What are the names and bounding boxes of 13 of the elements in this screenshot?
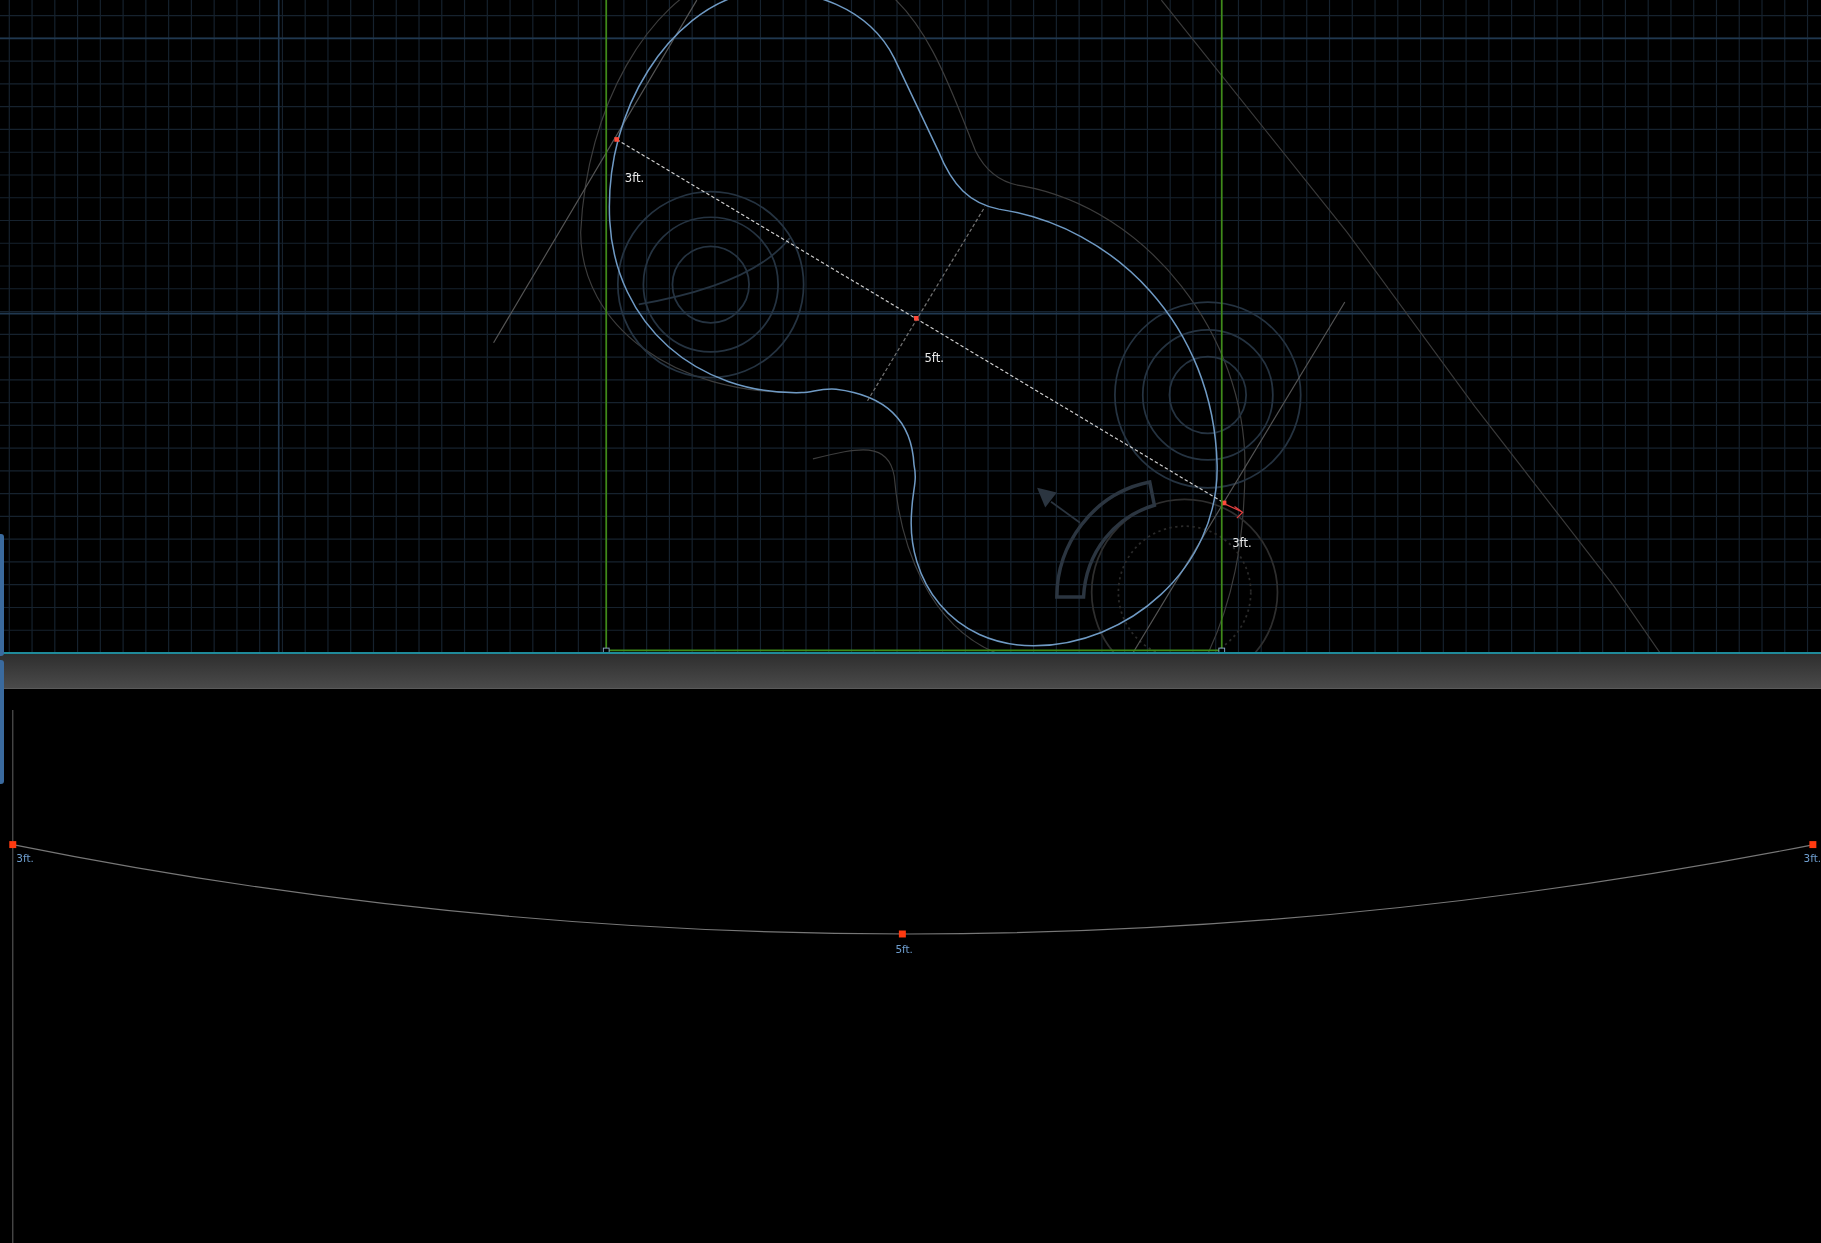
dimension-label: 3ft. [624,171,645,186]
rotate-handle-icon [1037,480,1157,599]
point-label: 3ft. [1803,852,1821,864]
control-point[interactable] [1809,841,1817,849]
control-point[interactable] [914,315,919,321]
dimension-label: 3ft. [1232,536,1252,551]
control-point[interactable] [1221,500,1227,506]
dimension-label: 5ft. [924,351,944,366]
control-point[interactable] [898,930,906,938]
point-label: 3ft. [16,852,34,864]
arrow-icon [1224,503,1244,519]
point-label: 5ft. [895,942,913,955]
control-point[interactable] [9,841,17,849]
